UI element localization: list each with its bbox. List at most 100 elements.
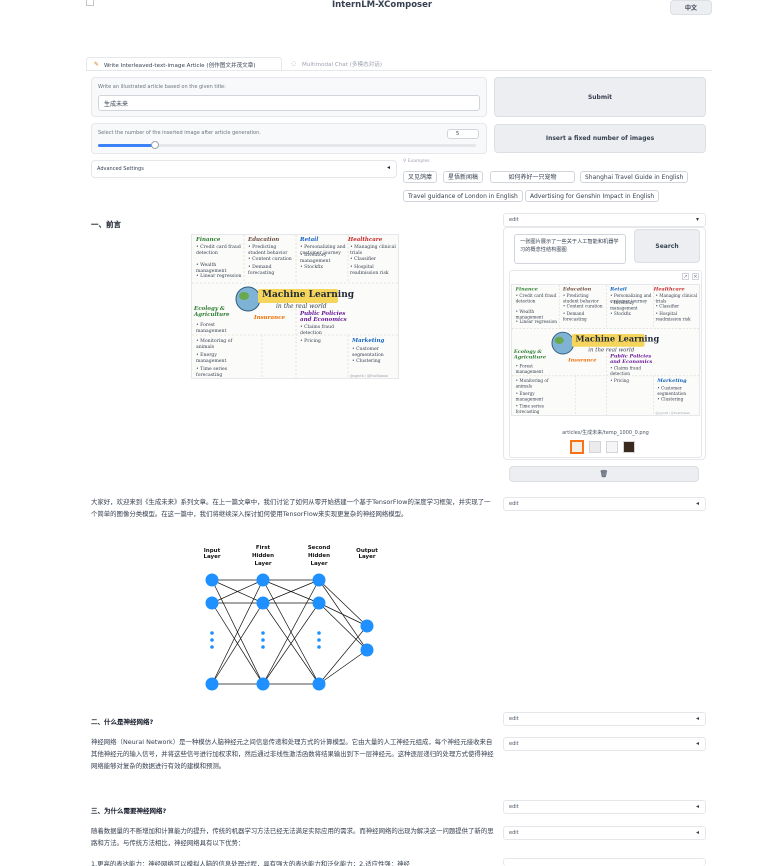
layer-label-input: Input Layer — [203, 548, 221, 560]
sketch-item-text: • Demand forecasting — [248, 265, 275, 276]
sketch-category-label: Marketing — [352, 338, 385, 344]
delete-image-button[interactable]: 🗑 — [509, 466, 699, 482]
sketch-item-text: • Wealth management — [196, 263, 227, 274]
globe-land — [239, 292, 249, 300]
sketch-item-text: • Personalizing and customer journey — [300, 245, 346, 256]
nn-neuron — [312, 596, 326, 610]
gallery-filename: articles/生成未来/temp_1000_0.png — [562, 430, 649, 436]
sketch-category-label: Retail — [610, 286, 627, 293]
edit-dropdown-6[interactable]: edit ◂ — [503, 826, 706, 840]
edit-dropdown-3[interactable]: edit ◂ — [503, 712, 706, 726]
example-3[interactable]: 如何养好一只宠物 — [490, 171, 575, 183]
chat-bubble-icon: ◌ — [291, 60, 297, 67]
tab-multimodal-chat[interactable]: ◌ Multimodal Chat (多模态对话) — [286, 57, 416, 71]
sketch-item-text: • Credit card fraud detection — [515, 294, 557, 304]
edit-label: edit — [509, 741, 519, 747]
examples-label: ⚲ Examples — [403, 159, 430, 164]
sketch-item-text: • Predicting student behavior — [562, 294, 599, 304]
tab-write-article-label: Write Interleaved-text-image Article (创作… — [104, 63, 256, 69]
nn-neuron — [360, 619, 374, 633]
submit-button[interactable]: Submit — [494, 77, 706, 117]
slider-number-input[interactable]: 5 — [447, 129, 479, 139]
trash-icon: 🗑 — [599, 470, 609, 478]
nn-ellipsis-dot — [261, 645, 265, 649]
sketch-item-text: • Pricing — [610, 379, 630, 384]
caret-left-icon: ◂ — [695, 715, 699, 722]
sketch-item-text: • Credit card fraud detection — [196, 245, 241, 256]
sketch-category-label: Insurance — [568, 357, 597, 364]
search-button[interactable]: Search — [634, 229, 700, 263]
language-toggle-button[interactable]: 中文 — [670, 0, 712, 15]
sketch-category-label: Finance — [196, 237, 221, 243]
app-title: InternLM-XComposer — [331, 0, 433, 10]
nn-neuron — [256, 677, 270, 691]
example-2[interactable]: 星悟新闻稿 — [443, 171, 484, 183]
sketch-category-label: Public Policies and Economics — [300, 311, 347, 323]
edit-dropdown-1[interactable]: edit ▾ — [503, 213, 706, 227]
thumbnail-3[interactable] — [606, 441, 618, 453]
section3-paragraph: 随着数据量的不断增加和计算能力的提升，传统的机器学习方法已经无法满足实际应用的需… — [91, 827, 494, 847]
edit-dropdown-7[interactable] — [503, 858, 706, 866]
slider-thumb[interactable] — [150, 141, 159, 149]
title-input[interactable]: 生成未来 — [98, 95, 480, 111]
nn-ellipsis-dot — [317, 638, 321, 642]
example-5[interactable]: Travel guidance of London in English — [403, 190, 523, 202]
nn-connection — [318, 602, 368, 627]
gallery-expand-icon[interactable]: ↗ — [682, 273, 689, 280]
sketch-item-text: • Monitoring of animals — [196, 339, 233, 350]
sketch-category-label: Education — [248, 237, 280, 243]
sketch-item-text: • Time series forecasting — [196, 367, 228, 378]
caret-left-icon: ◂ — [695, 740, 699, 747]
example-4[interactable]: Shanghai Travel Guide in English — [580, 171, 689, 183]
layer-label-output: Output Layer — [356, 548, 378, 560]
thumbnail-1[interactable] — [570, 440, 584, 454]
sketch-category-label: Healthcare — [348, 237, 383, 243]
sketch-credit: @sgrotti / @EvaHuman — [350, 374, 389, 378]
sketch-credit: @sgrotti / @EvaHuman — [655, 411, 690, 415]
pencil-icon: ✎ — [94, 61, 100, 68]
slider-label: Select the number of the inserted image … — [98, 130, 261, 136]
section3-heading: 三、为什么需要神经网络? — [91, 807, 167, 815]
slider-track[interactable] — [98, 141, 476, 149]
edit-dropdown-2[interactable]: edit ◂ — [503, 497, 706, 511]
sketch-item-text: • Linear regression — [196, 274, 242, 279]
sketch-content-preview: Finance Education Retail Healthcare Ecology … — [512, 285, 699, 415]
thumbnail-4[interactable] — [623, 441, 635, 453]
caret-left-icon: ◂ — [386, 164, 390, 171]
example-6[interactable]: Advertising for Genshin Impact in Englis… — [525, 190, 660, 202]
advanced-settings-accordion[interactable]: Advanced Settings ◂ — [91, 160, 397, 178]
sketch-item-text: • Content curation — [562, 304, 603, 310]
edit-dropdown-4[interactable]: edit ◂ — [503, 737, 706, 751]
insert-images-button[interactable]: Insert a fixed number of images — [494, 124, 706, 153]
gallery-close-icon[interactable]: × — [692, 273, 699, 280]
sketch-title-line2: in the real world — [276, 303, 327, 310]
section2-heading: 二、什么是神经网络? — [91, 718, 154, 726]
sketch-item-text: • Claims fraud detection — [300, 325, 335, 336]
sketch-item-text: • Demand forecasting — [562, 312, 587, 322]
tab-write-article[interactable]: ✎ Write Interleaved-text-image Article (… — [86, 57, 282, 71]
thumbnail-2[interactable] — [589, 441, 601, 453]
layer-label-first-hidden: First Hidden Layer — [251, 545, 274, 567]
image-search-query[interactable]: 一张图片展示了一些关于人工智能和机器学习的概念性结构图图 — [514, 234, 626, 264]
edit-dropdown-5[interactable]: edit ◂ — [503, 800, 706, 814]
nn-ellipsis-dot — [210, 631, 214, 635]
layer-label-second-hidden: Second Hidden Layer — [307, 545, 331, 567]
sketch-content-main: Finance Education Retail Healthcare Ecology … — [192, 235, 398, 378]
globe-land — [554, 336, 564, 345]
image-search-panel: 一张图片展示了一些关于人工智能和机器学习的概念性结构图图 Search ↗ × … — [503, 227, 706, 460]
example-1[interactable]: 叉见鸽瘴 — [403, 171, 438, 183]
section2-paragraph: 神经网络（Neural Network）是一种模仿人脑神经元之间信息传递和处理方… — [91, 738, 494, 770]
nn-ellipsis-dot — [210, 645, 214, 649]
slider-panel: Select the number of the inserted image … — [91, 123, 487, 154]
sketch-category-label: Insurance — [254, 315, 285, 321]
sketch-item-text: • Monitoring of animals — [515, 379, 549, 389]
sketch-item-text: • Classifier — [350, 257, 377, 262]
tab-multimodal-chat-label: Multimodal Chat (多模态对话) — [302, 62, 383, 68]
nn-ellipsis-dot — [317, 645, 321, 649]
nn-ellipsis-dot — [317, 631, 321, 635]
nn-ellipsis-dot — [261, 631, 265, 635]
sketch-item-text: • Clustering — [657, 397, 684, 403]
sketch-category-label: Marketing — [657, 378, 687, 384]
neural-network-svg — [205, 573, 374, 691]
nn-connection — [318, 579, 368, 651]
